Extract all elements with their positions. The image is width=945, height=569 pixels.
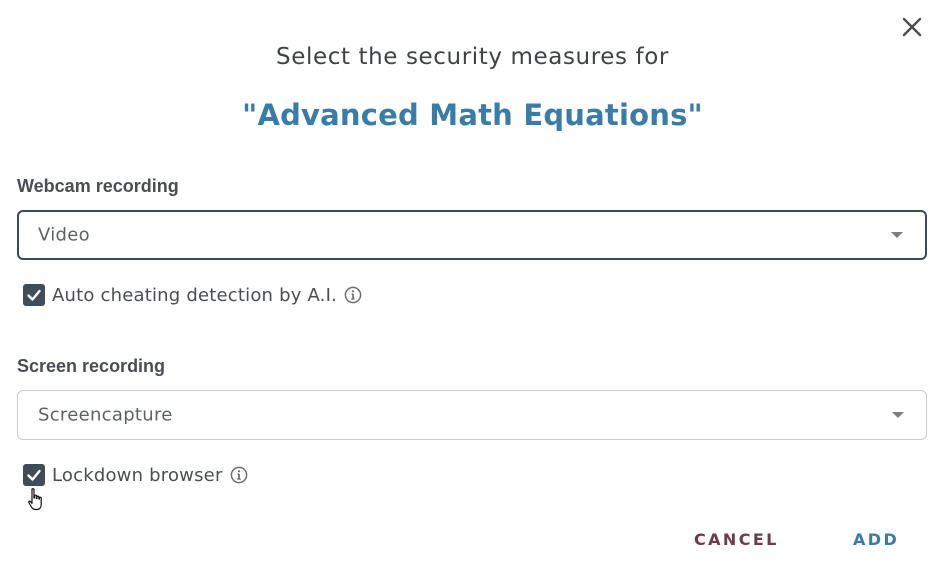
checkmark-icon xyxy=(27,469,41,481)
cancel-button[interactable]: CANCEL xyxy=(694,530,779,549)
webcam-recording-select[interactable]: Video xyxy=(17,210,927,260)
close-button[interactable] xyxy=(897,12,927,42)
ai-detection-option: Auto cheating detection by A.I. xyxy=(23,284,362,306)
webcam-recording-value: Video xyxy=(38,224,90,246)
lockdown-browser-label: Lockdown browser xyxy=(52,464,223,486)
info-icon[interactable] xyxy=(344,286,362,304)
info-icon[interactable] xyxy=(230,466,248,484)
security-measures-dialog: Select the security measures for "Advanc… xyxy=(0,0,945,569)
exam-title: "Advanced Math Equations" xyxy=(242,98,703,132)
hand-cursor-icon xyxy=(28,488,42,511)
lockdown-browser-option: Lockdown browser xyxy=(23,464,248,486)
chevron-down-icon xyxy=(892,412,904,418)
dialog-heading: Select the security measures for xyxy=(276,44,669,70)
screen-recording-value: Screencapture xyxy=(38,404,173,426)
ai-detection-checkbox[interactable] xyxy=(23,284,45,306)
chevron-down-icon xyxy=(891,232,903,238)
add-button[interactable]: ADD xyxy=(853,530,899,549)
lockdown-browser-checkbox[interactable] xyxy=(23,464,45,486)
close-icon xyxy=(902,17,922,37)
ai-detection-label: Auto cheating detection by A.I. xyxy=(52,284,338,306)
checkmark-icon xyxy=(27,289,41,301)
webcam-recording-label: Webcam recording xyxy=(17,176,179,196)
screen-recording-select[interactable]: Screencapture xyxy=(17,390,927,440)
screen-recording-label: Screen recording xyxy=(17,356,166,376)
